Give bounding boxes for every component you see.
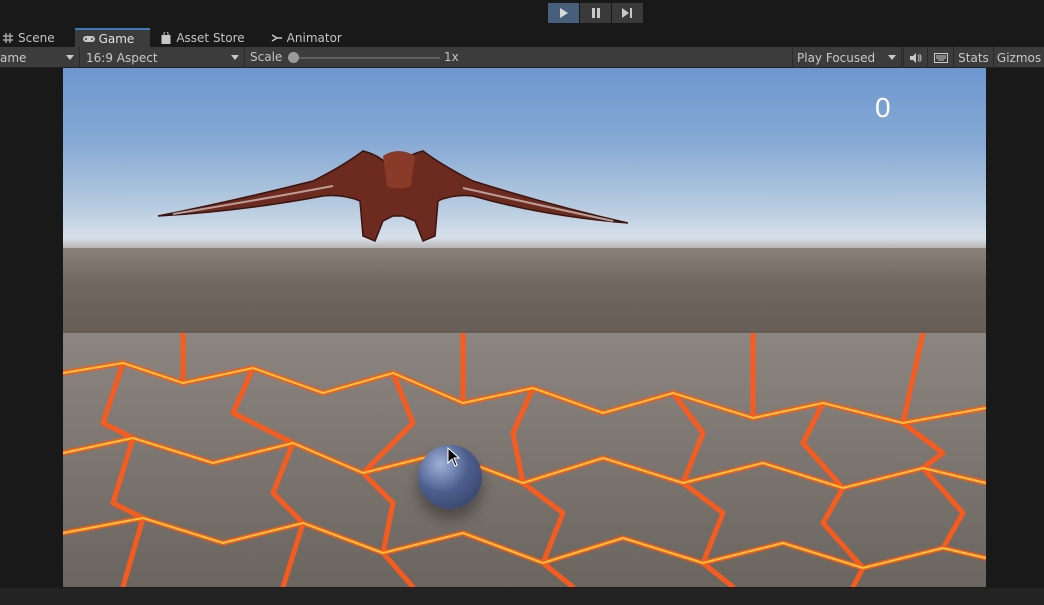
chevron-down-icon xyxy=(66,55,74,60)
aspect-dropdown[interactable]: 16:9 Aspect xyxy=(82,47,245,68)
hash-icon xyxy=(0,31,16,45)
dragon xyxy=(157,150,629,242)
mute-audio-button[interactable] xyxy=(903,47,927,68)
scale-label: Scale xyxy=(250,50,283,64)
tab-scene-label: Scene xyxy=(18,30,55,45)
tab-game[interactable]: Game xyxy=(74,28,151,47)
display-dropdown-label: ame xyxy=(0,50,27,65)
tab-asset-store-label: Asset Store xyxy=(176,30,245,45)
distant-ground xyxy=(63,248,986,333)
stats-button[interactable]: Stats xyxy=(953,47,993,68)
mouse-cursor-icon xyxy=(447,447,461,467)
step-icon xyxy=(622,8,632,18)
gizmos-button[interactable]: Gizmos xyxy=(993,47,1044,68)
game-view-toolbar: ame 16:9 Aspect Scale 1x Play Focused St… xyxy=(0,47,1044,68)
stats-label: Stats xyxy=(958,50,989,65)
play-button[interactable] xyxy=(548,3,579,23)
play-toolbar xyxy=(0,0,1044,28)
window-tabs: Scene Game Asset Store Animator xyxy=(0,28,1044,47)
bag-icon xyxy=(158,31,174,45)
tab-animator-label: Animator xyxy=(286,30,342,45)
tab-game-label: Game xyxy=(98,31,135,46)
gamepad-icon xyxy=(81,32,97,46)
animator-icon xyxy=(269,31,285,45)
chevron-down-icon xyxy=(888,55,896,60)
score-text: 0 xyxy=(875,92,891,123)
play-mode-label: Play Focused xyxy=(797,50,876,65)
chevron-down-icon xyxy=(231,55,239,60)
speaker-icon xyxy=(909,52,921,63)
playback-controls xyxy=(548,3,643,23)
display-dropdown[interactable]: ame xyxy=(0,47,80,68)
shortcuts-button[interactable] xyxy=(927,47,953,68)
scale-slider-thumb[interactable] xyxy=(288,52,299,63)
play-icon xyxy=(559,8,568,18)
scale-value: 1x xyxy=(444,50,459,64)
tab-asset-store[interactable]: Asset Store xyxy=(150,28,258,47)
scale-slider-track[interactable] xyxy=(292,57,440,59)
pause-button[interactable] xyxy=(580,3,611,23)
tab-animator[interactable]: Animator xyxy=(259,28,352,47)
status-bar xyxy=(0,587,1044,605)
lava-floor xyxy=(63,333,986,587)
tab-scene[interactable]: Scene xyxy=(0,28,65,47)
game-viewport[interactable]: 0 xyxy=(63,68,986,587)
gizmos-label: Gizmos xyxy=(996,50,1042,65)
aspect-dropdown-label: 16:9 Aspect xyxy=(86,50,158,65)
keyboard-icon xyxy=(933,52,948,63)
step-button[interactable] xyxy=(612,3,643,23)
pause-icon xyxy=(591,8,600,18)
play-mode-dropdown[interactable]: Play Focused xyxy=(792,47,902,68)
